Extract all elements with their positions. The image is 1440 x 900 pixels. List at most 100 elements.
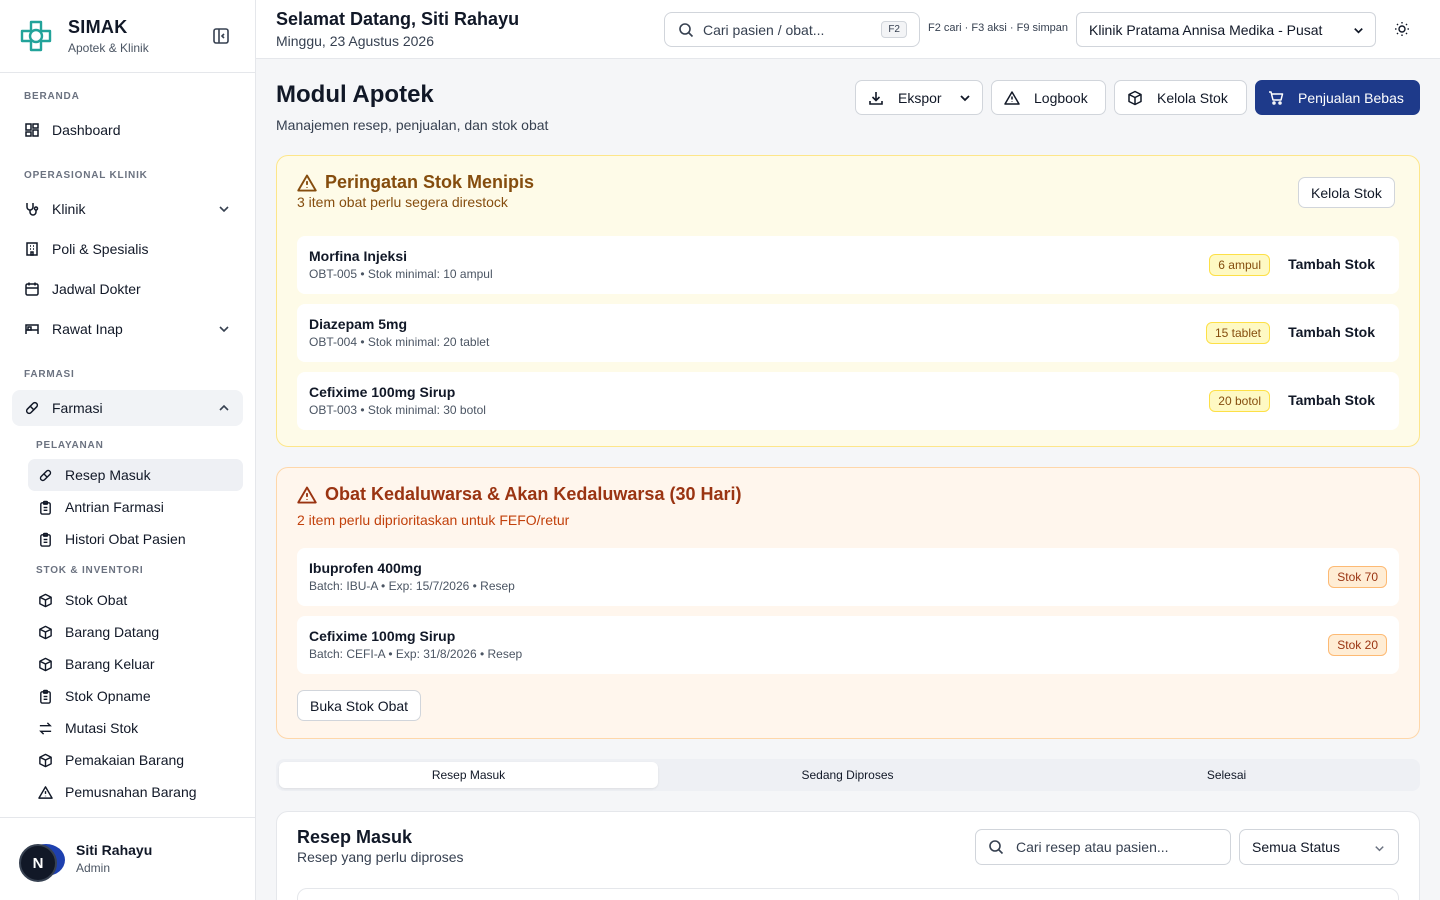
global-search-input[interactable]: Cari pasien / obat... F2	[664, 12, 920, 47]
sidebar-subitem-stok-obat[interactable]: Stok Obat	[28, 584, 243, 616]
low-stock-row: Diazepam 5mg OBT-004 • Stok minimal: 20 …	[297, 304, 1399, 362]
medicine-meta: Batch: IBU-A • Exp: 15/7/2026 • Resep	[309, 579, 515, 593]
expiry-title: Obat Kedaluwarsa & Akan Kedaluwarsa (30 …	[297, 484, 741, 505]
sidebar-item-poli[interactable]: Poli & Spesialis	[12, 231, 243, 267]
sidebar-subitem-barang-keluar[interactable]: Barang Keluar	[28, 648, 243, 680]
medicine-meta: OBT-004 • Stok minimal: 20 tablet	[309, 335, 490, 349]
sidebar-item-klinik[interactable]: Klinik	[12, 191, 243, 227]
section-label-beranda: BERANDA	[24, 91, 80, 102]
stock-badge: 6 ampul	[1209, 254, 1270, 276]
sidebar-item-farmasi[interactable]: Farmasi	[12, 390, 243, 426]
direct-sale-button[interactable]: Penjualan Bebas	[1255, 80, 1420, 115]
sidebar-item-label: Farmasi	[52, 400, 103, 416]
sidebar: SIMAK Apotek & Klinik BERANDA Dashboard …	[0, 0, 256, 900]
chevron-up-icon	[219, 404, 229, 411]
medicine-meta: Batch: CEFI-A • Exp: 31/8/2026 • Resep	[309, 647, 523, 661]
panel-subtitle: Resep yang perlu diproses	[297, 849, 464, 865]
add-stock-button[interactable]: Tambah Stok	[1288, 256, 1375, 272]
tab-selesai[interactable]: Selesai	[1037, 762, 1416, 788]
page-subtitle: Manajemen resep, penjualan, dan stok oba…	[276, 117, 549, 133]
expiry-row: Ibuprofen 400mg Batch: IBU-A • Exp: 15/7…	[297, 548, 1399, 606]
box-icon	[1128, 90, 1142, 105]
brand: SIMAK Apotek & Klinik	[0, 0, 255, 73]
prescription-search-input[interactable]: Cari resep atau pasien...	[975, 829, 1231, 865]
stock-badge: Stok 70	[1328, 566, 1387, 588]
bed-icon	[25, 324, 39, 334]
page-title: Modul Apotek	[276, 81, 434, 108]
sidebar-subitem-mutasi-stok[interactable]: Mutasi Stok	[28, 712, 243, 744]
expiry-desc: 2 item perlu diprioritaskan untuk FEFO/r…	[297, 512, 570, 528]
open-stock-button[interactable]: Buka Stok Obat	[297, 690, 422, 721]
status-filter-select[interactable]: Semua Status	[1239, 829, 1399, 865]
sidebar-subitem-pemusnahan-barang[interactable]: Pemusnahan Barang	[28, 776, 243, 808]
section-label-farmasi: FARMASI	[24, 369, 75, 380]
sidebar-subitem-label: Histori Obat Pasien	[65, 531, 186, 547]
dashboard-icon	[25, 123, 39, 137]
section-label-operasional: OPERASIONAL KLINIK	[24, 170, 148, 181]
manage-stock-button-label: Kelola Stok	[1157, 89, 1228, 106]
sidebar-subitem-antrian-farmasi[interactable]: Antrian Farmasi	[28, 491, 243, 523]
sun-icon[interactable]	[1394, 21, 1410, 37]
sidebar-subitem-label: Resep Masuk	[65, 467, 151, 483]
logbook-button[interactable]: Logbook	[991, 80, 1106, 115]
sidebar-item-label: Rawat Inap	[52, 321, 123, 337]
status-filter-value: Semua Status	[1252, 839, 1340, 855]
avatar: N	[19, 844, 57, 882]
sidebar-subitem-barang-datang[interactable]: Barang Datang	[28, 616, 243, 648]
tab-sedang-diproses[interactable]: Sedang Diproses	[658, 762, 1037, 788]
logbook-button-label: Logbook	[1034, 89, 1088, 106]
sidebar-subitem-histori-obat[interactable]: Histori Obat Pasien	[28, 523, 243, 555]
sub-label-stok-inventori: STOK & INVENTORI	[36, 565, 144, 576]
direct-sale-button-label: Penjualan Bebas	[1298, 89, 1404, 106]
pill-icon	[39, 469, 52, 481]
sidebar-subitem-label: Mutasi Stok	[65, 720, 139, 736]
low-stock-row: Morfina Injeksi OBT-005 • Stok minimal: …	[297, 236, 1399, 294]
brand-subtitle: Apotek & Klinik	[68, 41, 149, 55]
sidebar-item-dashboard[interactable]: Dashboard	[12, 112, 243, 148]
sidebar-subitem-label: Pemakaian Barang	[65, 752, 185, 768]
clinic-select[interactable]: Klinik Pratama Annisa Medika - Pusat	[1076, 12, 1376, 47]
sidebar-item-rawat-inap[interactable]: Rawat Inap	[12, 311, 243, 347]
sidebar-subitem-label: Stok Obat	[65, 592, 128, 608]
expiry-row: Cefixime 100mg Sirup Batch: CEFI-A • Exp…	[297, 616, 1399, 674]
arrows-exchange-icon	[39, 721, 52, 735]
add-stock-button[interactable]: Tambah Stok	[1288, 324, 1375, 340]
warning-triangle-icon	[1004, 90, 1020, 105]
export-button-label: Ekspor	[898, 89, 942, 106]
low-stock-manage-button[interactable]: Kelola Stok	[1298, 177, 1395, 208]
sidebar-subitem-pemakaian-barang[interactable]: Pemakaian Barang	[28, 744, 243, 776]
keyboard-hints: F2 cari · F3 aksi · F9 simpan	[928, 22, 1068, 34]
expiry-alert-card: Obat Kedaluwarsa & Akan Kedaluwarsa (30 …	[276, 467, 1420, 739]
add-stock-button[interactable]: Tambah Stok	[1288, 392, 1375, 408]
sidebar-item-label: Dashboard	[52, 122, 121, 138]
stock-badge: 20 botol	[1209, 390, 1270, 412]
clipboard-icon	[40, 689, 51, 704]
chevron-down-icon	[1354, 28, 1363, 34]
export-button[interactable]: Ekspor	[855, 80, 983, 115]
stock-badge: Stok 20	[1328, 634, 1387, 656]
greeting: Selamat Datang, Siti Rahayu	[276, 9, 520, 29]
search-icon	[679, 22, 694, 37]
warning-triangle-icon	[297, 486, 317, 503]
user-profile[interactable]: N Siti Rahayu Admin	[0, 817, 255, 900]
box-icon	[39, 593, 52, 607]
search-placeholder: Cari pasien / obat...	[703, 21, 825, 38]
medicine-name: Ibuprofen 400mg	[309, 560, 422, 576]
incoming-prescriptions-panel: Resep Masuk Resep yang perlu diproses Ca…	[276, 811, 1420, 900]
prescription-tabs: Resep Masuk Sedang Diproses Selesai	[276, 759, 1420, 791]
clinic-select-value: Klinik Pratama Annisa Medika - Pusat	[1089, 21, 1323, 38]
pill-icon	[25, 401, 39, 415]
sidebar-collapse-icon[interactable]	[212, 27, 230, 45]
warning-triangle-icon	[297, 174, 317, 191]
brand-name: SIMAK	[68, 17, 128, 37]
clipboard-icon	[40, 532, 51, 547]
sidebar-subitem-stok-opname[interactable]: Stok Opname	[28, 680, 243, 712]
sidebar-subitem-resep-masuk[interactable]: Resep Masuk	[28, 459, 243, 491]
manage-stock-button[interactable]: Kelola Stok	[1114, 80, 1247, 115]
sidebar-subitem-label: Antrian Farmasi	[65, 499, 164, 515]
stock-badge: 15 tablet	[1205, 322, 1270, 344]
medicine-name: Cefixime 100mg Sirup	[309, 628, 456, 644]
tab-resep-masuk[interactable]: Resep Masuk	[279, 762, 658, 788]
current-date: Minggu, 23 Agustus 2026	[276, 33, 435, 49]
sidebar-item-jadwal[interactable]: Jadwal Dokter	[12, 271, 243, 307]
